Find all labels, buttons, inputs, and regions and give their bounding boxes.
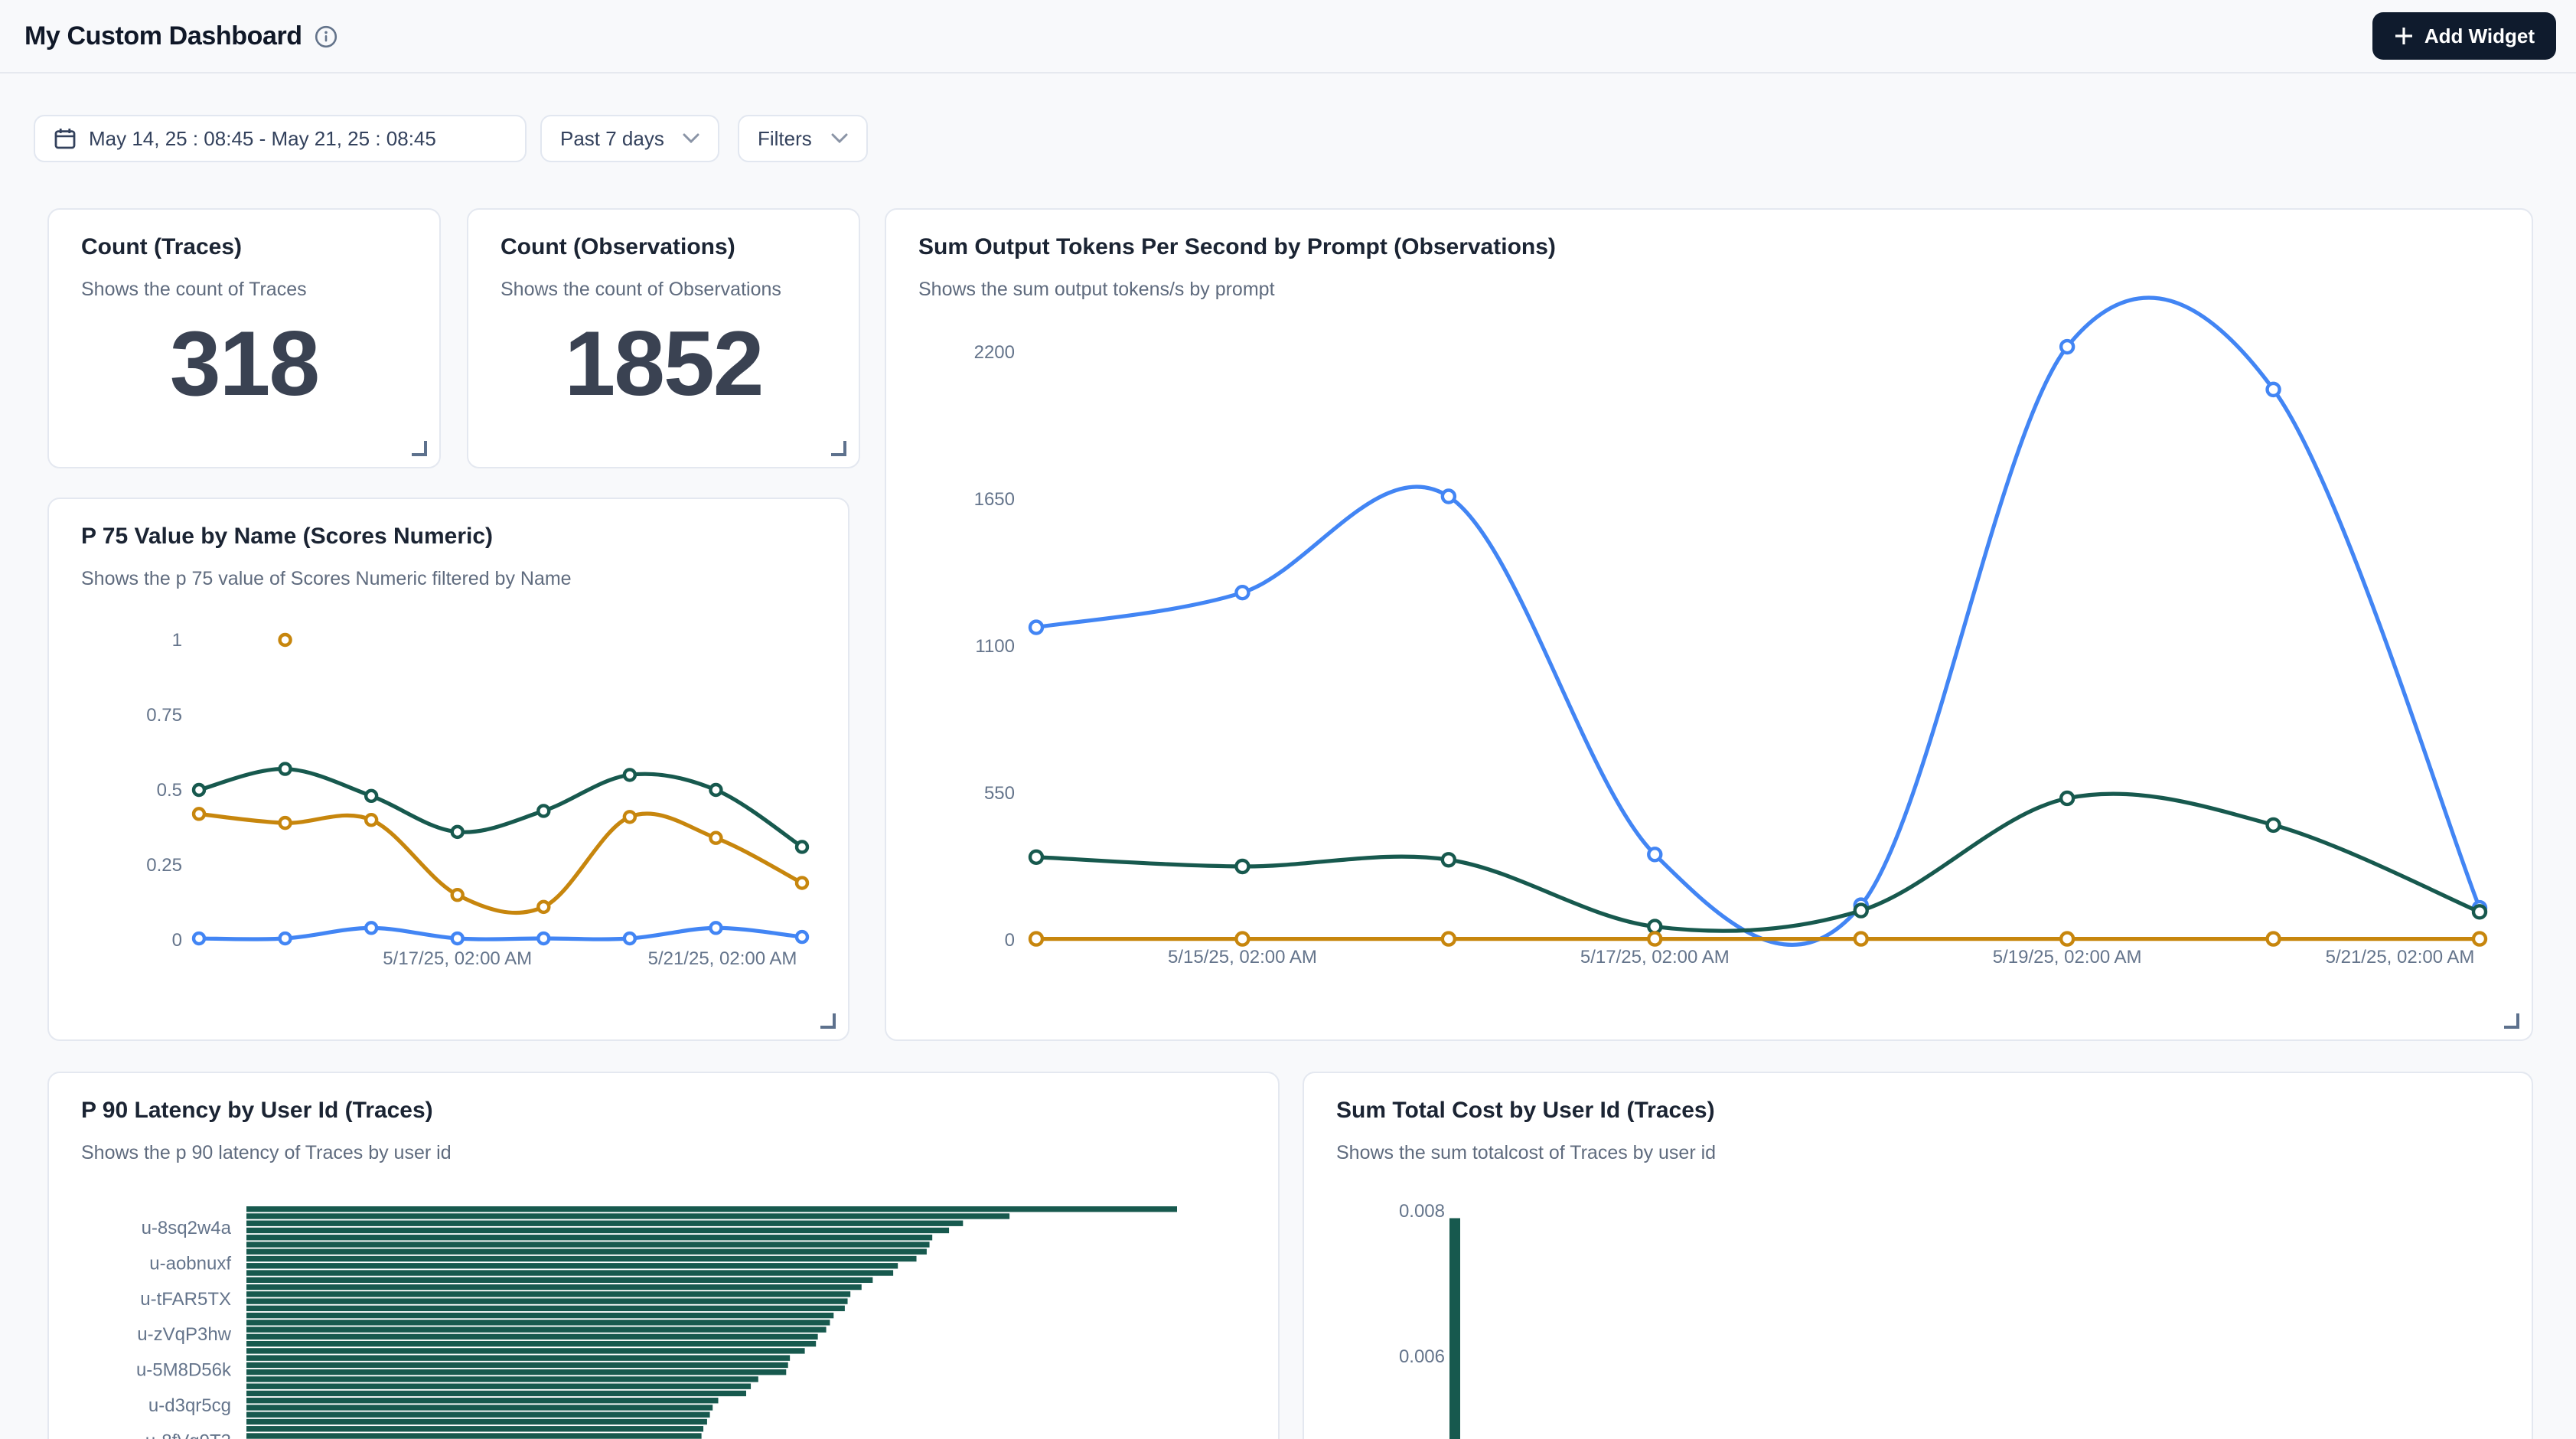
add-widget-label: Add Widget bbox=[2424, 24, 2535, 47]
plus-icon bbox=[2394, 26, 2414, 46]
p90-latency-chart[interactable]: u-8sq2w4a u-aobnuxf u-tFAR5TX u-zVqP3hw u-5M… bbox=[49, 1073, 1281, 1439]
svg-text:0: 0 bbox=[172, 930, 182, 951]
top-bar: My Custom Dashboard Add Widget bbox=[0, 0, 2576, 73]
add-widget-button[interactable]: Add Widget bbox=[2372, 12, 2556, 60]
filters-label: Filters bbox=[758, 127, 812, 150]
svg-text:550: 550 bbox=[984, 783, 1015, 804]
time-preset-dropdown[interactable]: Past 7 days bbox=[540, 115, 719, 162]
svg-text:u-aobnuxf: u-aobnuxf bbox=[149, 1253, 231, 1274]
resize-handle-icon[interactable] bbox=[820, 1013, 836, 1029]
resize-handle-icon[interactable] bbox=[831, 441, 846, 456]
p75-value-card: P 75 Value by Name (Scores Numeric) Show… bbox=[47, 498, 849, 1041]
widget-title: Count (Observations) bbox=[501, 234, 735, 260]
count-observations-card: Count (Observations) Shows the count of … bbox=[467, 208, 860, 468]
svg-text:5/17/25, 02:00 AM: 5/17/25, 02:00 AM bbox=[383, 948, 532, 969]
page-title: My Custom Dashboard bbox=[24, 21, 302, 51]
svg-text:u-5M8D56k: u-5M8D56k bbox=[136, 1360, 232, 1381]
svg-text:1100: 1100 bbox=[975, 636, 1015, 657]
resize-handle-icon[interactable] bbox=[2504, 1013, 2519, 1029]
widget-subtitle: Shows the count of Traces bbox=[81, 279, 307, 300]
svg-text:5/17/25, 02:00 AM: 5/17/25, 02:00 AM bbox=[1580, 947, 1730, 967]
date-range-picker[interactable]: May 14, 25 : 08:45 - May 21, 25 : 08:45 bbox=[34, 115, 527, 162]
date-range-value: May 14, 25 : 08:45 - May 21, 25 : 08:45 bbox=[89, 127, 436, 150]
tokens-by-prompt-card: Sum Output Tokens Per Second by Prompt (… bbox=[885, 208, 2533, 1041]
svg-text:5/19/25, 02:00 AM: 5/19/25, 02:00 AM bbox=[1993, 947, 2142, 967]
svg-text:u-tFAR5TX: u-tFAR5TX bbox=[140, 1289, 231, 1310]
p75-value-chart[interactable]: 0 0.25 0.5 0.75 1 5/17/25, 02:00 AM 5/21/25, 0… bbox=[49, 499, 851, 1043]
time-preset-value: Past 7 days bbox=[560, 127, 664, 150]
svg-text:u-d3qr5cg: u-d3qr5cg bbox=[148, 1395, 231, 1416]
filters-dropdown[interactable]: Filters bbox=[738, 115, 868, 162]
widget-subtitle: Shows the count of Observations bbox=[501, 279, 781, 300]
svg-text:5/21/25, 02:00 AM: 5/21/25, 02:00 AM bbox=[2326, 947, 2475, 967]
svg-text:0.5: 0.5 bbox=[157, 780, 182, 801]
svg-text:u-zVqP3hw: u-zVqP3hw bbox=[137, 1324, 231, 1345]
svg-text:0.006: 0.006 bbox=[1399, 1346, 1445, 1367]
chevron-down-icon bbox=[683, 133, 699, 144]
count-traces-value: 318 bbox=[49, 311, 439, 416]
widget-title: Count (Traces) bbox=[81, 234, 242, 260]
tokens-by-prompt-chart[interactable]: 0 550 1100 1650 2200 5/15/25, 02:00 AM 5/17/25… bbox=[886, 210, 2535, 1043]
total-cost-chart[interactable]: 0.008 0.006 bbox=[1304, 1073, 2535, 1439]
svg-text:u-8sq2w4a: u-8sq2w4a bbox=[142, 1218, 232, 1238]
resize-handle-icon[interactable] bbox=[412, 441, 427, 456]
total-cost-card: Sum Total Cost by User Id (Traces) Shows… bbox=[1303, 1072, 2533, 1439]
info-icon[interactable] bbox=[315, 24, 339, 48]
dashboard-page: My Custom Dashboard Add Widget bbox=[0, 0, 2576, 1439]
calendar-icon bbox=[54, 127, 77, 150]
chevron-down-icon bbox=[831, 133, 848, 144]
svg-text:1650: 1650 bbox=[974, 489, 1015, 510]
svg-text:0.008: 0.008 bbox=[1399, 1201, 1445, 1222]
count-observations-value: 1852 bbox=[468, 311, 859, 416]
svg-text:5/15/25, 02:00 AM: 5/15/25, 02:00 AM bbox=[1168, 947, 1317, 967]
svg-text:0.75: 0.75 bbox=[146, 705, 182, 726]
svg-text:2200: 2200 bbox=[974, 342, 1015, 363]
svg-text:0: 0 bbox=[1005, 930, 1015, 951]
svg-text:5/21/25, 02:00 AM: 5/21/25, 02:00 AM bbox=[648, 948, 797, 969]
count-traces-card: Count (Traces) Shows the count of Traces… bbox=[47, 208, 441, 468]
p90-latency-card: P 90 Latency by User Id (Traces) Shows t… bbox=[47, 1072, 1280, 1439]
svg-text:u-8fVq9T3: u-8fVq9T3 bbox=[145, 1431, 231, 1439]
svg-text:0.25: 0.25 bbox=[146, 855, 182, 876]
svg-text:1: 1 bbox=[172, 630, 182, 651]
